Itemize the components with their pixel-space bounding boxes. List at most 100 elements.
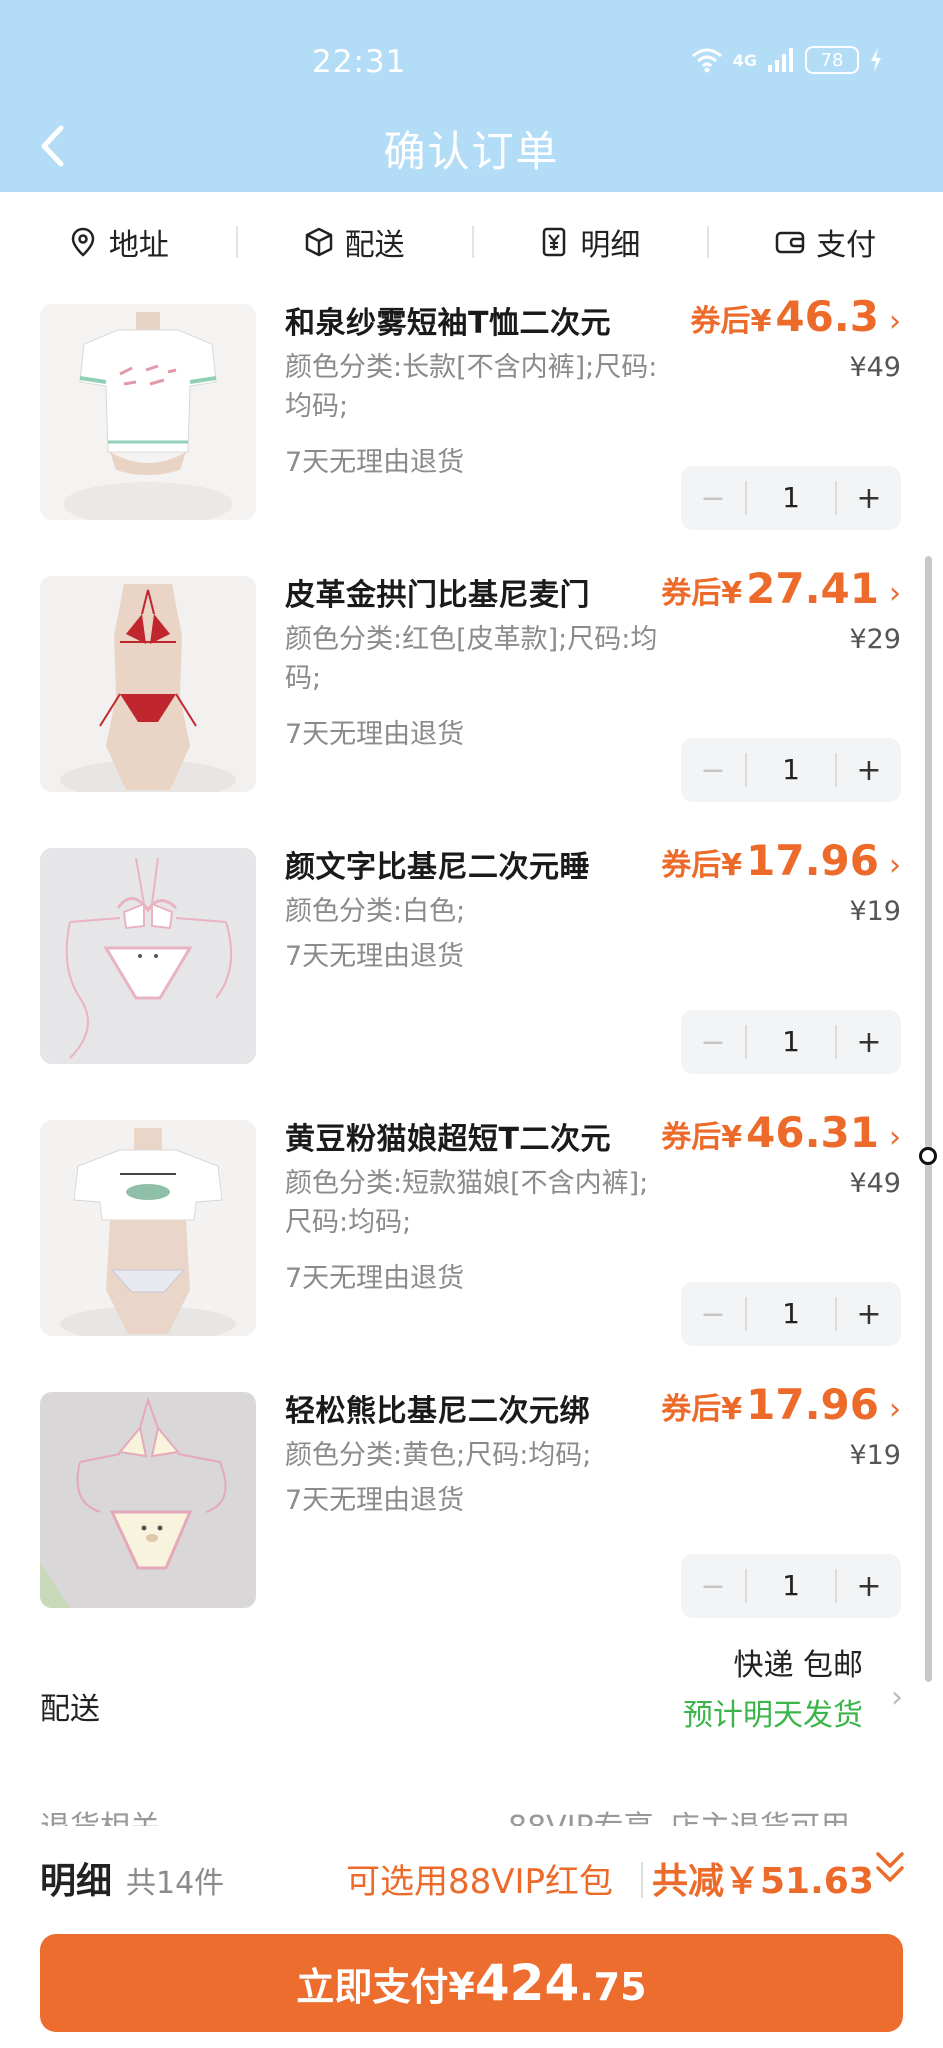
price-label: 券后¥ <box>661 1392 743 1427</box>
quantity-value[interactable]: 1 <box>745 1025 837 1059</box>
delivery-eta: 预计明天发货 <box>683 1698 863 1733</box>
product-image[interactable] <box>40 1392 256 1608</box>
item-count: 共14件 <box>126 1866 225 1901</box>
pay-label: 立即支付¥ <box>296 1965 475 2009</box>
price-value: 17.96 <box>746 1380 879 1429</box>
decrease-quantity-button[interactable]: − <box>681 1025 745 1060</box>
product-photo-red-bikini <box>40 576 256 792</box>
signal-icon <box>768 48 793 72</box>
increase-quantity-button[interactable]: + <box>837 1297 901 1332</box>
pay-now-button[interactable]: 立即支付¥ 424 .75 <box>40 1934 903 2032</box>
tab-payment[interactable]: 支付 <box>707 222 943 263</box>
product-list: 和泉纱雾短袖T恤二次元 券后¥ 46.3 › 颜色分类:长款[不含内裤];尺码:… <box>0 292 943 1812</box>
status-time: 22:31 <box>312 44 407 80</box>
decrease-quantity-button[interactable]: − <box>681 1297 745 1332</box>
after-coupon-price[interactable]: 券后¥ 46.31 › <box>661 1108 901 1157</box>
page-title: 确认订单 <box>383 127 560 176</box>
chevron-right-icon: › <box>891 1680 903 1715</box>
quantity-stepper: − 1 + <box>681 466 901 530</box>
product-spec: 颜色分类:短款猫娘[不含内裤];尺码:均码; <box>285 1168 649 1238</box>
product-title: 颜文字比基尼二次元睡 <box>285 850 590 885</box>
price-label: 券后¥ <box>661 1120 743 1155</box>
increase-quantity-button[interactable]: + <box>837 1569 901 1604</box>
product-spec: 颜色分类:白色; <box>285 896 466 927</box>
return-policy: 7天无理由退货 <box>285 1485 465 1516</box>
divider <box>641 1862 643 1898</box>
list-item: 轻松熊比基尼二次元绑 券后¥ 17.96 › 颜色分类:黄色;尺码:均码; ¥1… <box>0 1380 943 1658</box>
tab-address-label: 地址 <box>108 228 169 263</box>
quantity-stepper: − 1 + <box>681 1554 901 1618</box>
list-item: 和泉纱雾短袖T恤二次元 券后¥ 46.3 › 颜色分类:长款[不含内裤];尺码:… <box>0 292 943 570</box>
status-icons: 4G 78 <box>691 46 883 74</box>
product-photo-bear-bikini <box>40 1392 256 1608</box>
original-price: ¥29 <box>849 624 901 655</box>
product-title: 皮革金拱门比基尼麦门 <box>285 578 590 613</box>
product-image[interactable] <box>40 576 256 792</box>
list-item: 颜文字比基尼二次元睡 券后¥ 17.96 › 颜色分类:白色; ¥19 7天无理… <box>0 836 943 1114</box>
wifi-icon <box>691 48 722 73</box>
quantity-value[interactable]: 1 <box>745 1297 837 1331</box>
increase-quantity-button[interactable]: + <box>837 1025 901 1060</box>
price-label: 券后¥ <box>661 848 743 883</box>
tab-delivery-label: 配送 <box>344 228 405 263</box>
section-nav: 地址 配送 明细 支付 <box>0 192 943 292</box>
bottom-bar: 明细 共14件 可选用88VIP红包 共减￥51.63 立即支付¥ 424 .7… <box>0 1826 943 2048</box>
chevron-right-icon: › <box>889 848 901 883</box>
after-coupon-price[interactable]: 券后¥ 27.41 › <box>661 564 901 613</box>
detail-label: 明细 <box>40 1861 113 1902</box>
price-value: 46.3 <box>775 292 879 341</box>
decrease-quantity-button[interactable]: − <box>681 753 745 788</box>
quantity-stepper: − 1 + <box>681 738 901 802</box>
tab-delivery[interactable]: 配送 <box>235 222 472 263</box>
delivery-row[interactable]: 配送 快递 包邮 预计明天发货 › <box>0 1640 943 1770</box>
price-label: 券后¥ <box>661 576 743 611</box>
after-coupon-price[interactable]: 券后¥ 46.3 › <box>690 292 901 341</box>
original-price: ¥49 <box>849 352 901 383</box>
return-policy: 7天无理由退货 <box>285 941 465 972</box>
product-image[interactable] <box>40 1120 256 1336</box>
list-item: 皮革金拱门比基尼麦门 券后¥ 27.41 › 颜色分类:红色[皮革款];尺码:均… <box>0 564 943 842</box>
yuan-receipt-icon <box>543 227 566 257</box>
increase-quantity-button[interactable]: + <box>837 753 901 788</box>
quantity-stepper: − 1 + <box>681 1010 901 1074</box>
scrollbar-handle[interactable] <box>919 1147 937 1165</box>
decrease-quantity-button[interactable]: − <box>681 1569 745 1604</box>
vip-red-packet-link[interactable]: 可选用88VIP红包 <box>346 1854 613 1903</box>
original-price: ¥19 <box>849 896 901 927</box>
original-price: ¥49 <box>849 1168 901 1199</box>
after-coupon-price[interactable]: 券后¥ 17.96 › <box>661 836 901 885</box>
quantity-value[interactable]: 1 <box>745 753 837 787</box>
price-value: 27.41 <box>746 564 879 613</box>
product-photo-white-bikini <box>40 848 256 1064</box>
chevron-right-icon: › <box>889 304 901 339</box>
return-options-value: 店主退货可用 <box>670 1806 850 1826</box>
network-type: 4G <box>732 50 757 70</box>
quantity-stepper: − 1 + <box>681 1282 901 1346</box>
chevron-right-icon: › <box>889 576 901 611</box>
scrollbar-track[interactable] <box>925 556 932 1682</box>
product-spec: 颜色分类:长款[不含内裤];尺码:均码; <box>285 352 658 422</box>
double-chevron-down-icon[interactable] <box>872 1848 908 1890</box>
increase-quantity-button[interactable]: + <box>837 481 901 516</box>
package-box-icon <box>305 227 332 257</box>
tab-payment-label: 支付 <box>816 228 877 263</box>
chevron-right-icon: › <box>889 1392 901 1427</box>
total-discount[interactable]: 共减￥51.63 <box>652 1852 874 1904</box>
quantity-value[interactable]: 1 <box>745 1569 837 1603</box>
tab-details[interactable]: 明细 <box>471 222 708 263</box>
location-pin-icon <box>71 227 95 257</box>
tab-address[interactable]: 地址 <box>0 222 236 263</box>
product-image[interactable] <box>40 848 256 1064</box>
return-policy: 7天无理由退货 <box>285 1263 465 1294</box>
product-photo-tshirt <box>40 304 256 520</box>
after-coupon-price[interactable]: 券后¥ 17.96 › <box>661 1380 901 1429</box>
price-value: 46.31 <box>746 1108 879 1157</box>
battery-indicator: 78 <box>805 46 859 74</box>
return-options-row[interactable]: 退货相关 88VIP专享 店主退货可用 <box>40 1806 900 1826</box>
product-title: 和泉纱雾短袖T恤二次元 <box>285 306 611 341</box>
pay-amount-integer: 424 <box>474 1954 580 2012</box>
product-image[interactable] <box>40 304 256 520</box>
return-options-hint: 88VIP专享 <box>508 1806 654 1826</box>
quantity-value[interactable]: 1 <box>745 481 837 515</box>
decrease-quantity-button[interactable]: − <box>681 481 745 516</box>
